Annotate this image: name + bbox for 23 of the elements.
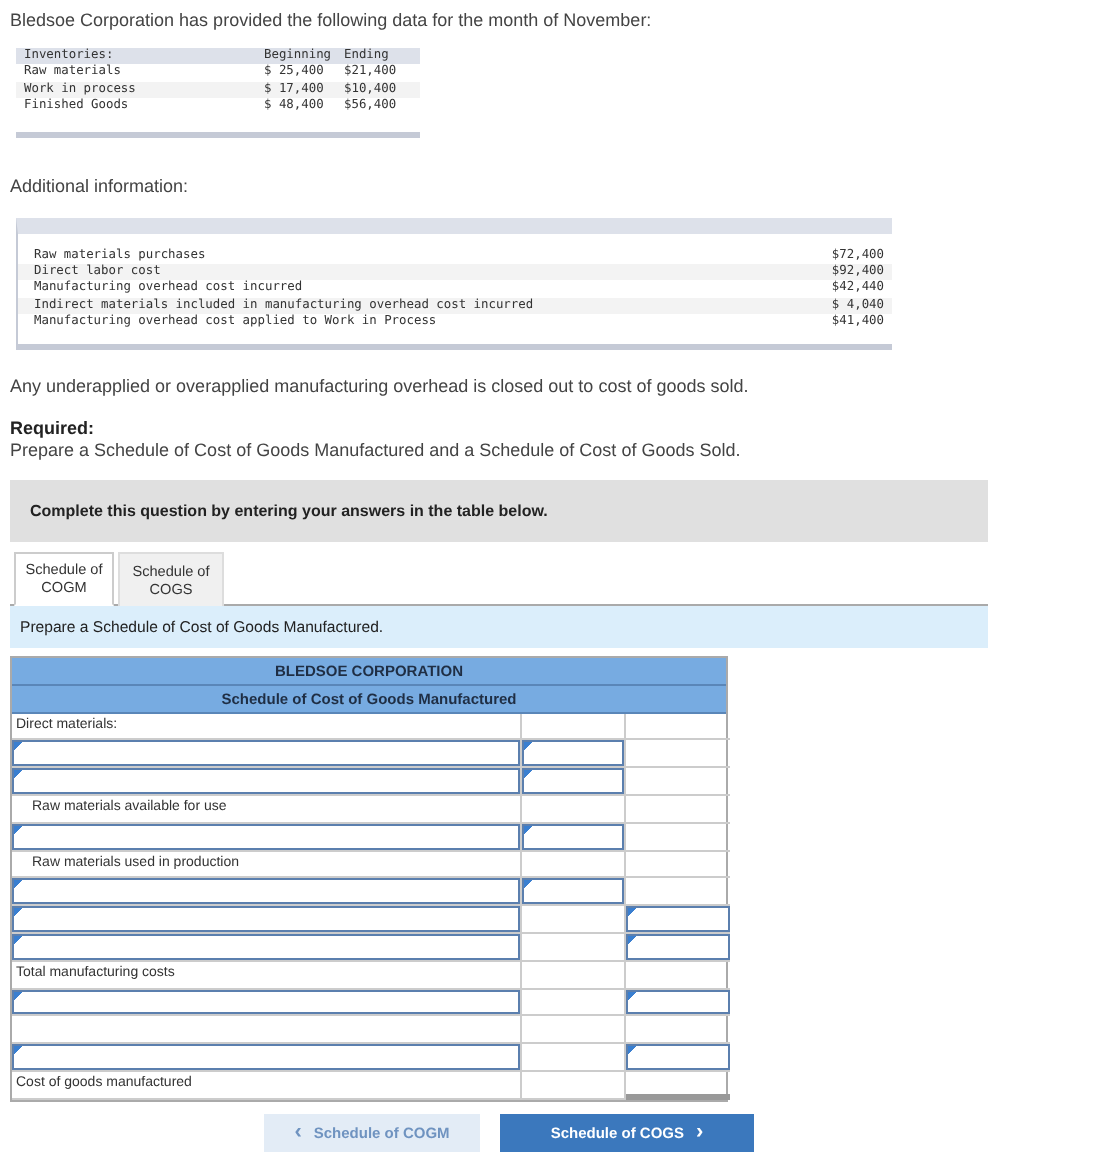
intro-text: Bledsoe Corporation has provided the following data for the month of November: — [10, 8, 654, 32]
note-text: Any underapplied or overapplied manufacturing overhead is closed out to cost of goods sold. — [10, 373, 751, 398]
input-field[interactable] — [12, 934, 520, 960]
input-field[interactable] — [522, 768, 624, 795]
instruction-banner: Complete this question by entering your answers in the table below. — [10, 479, 988, 542]
input-field[interactable] — [12, 768, 520, 795]
input-field[interactable] — [12, 1044, 520, 1071]
input-field[interactable] — [522, 740, 624, 767]
input-field[interactable] — [12, 823, 520, 850]
section-heading: Additional information: — [10, 173, 191, 198]
input-field[interactable] — [626, 906, 730, 933]
input-field[interactable] — [12, 989, 520, 1015]
input-field[interactable] — [12, 878, 520, 905]
required-text: Prepare a Schedule of Cost of Goods Manufactured and a Schedule of Cost of Goods Sold. — [10, 438, 743, 462]
required-label: Required: — [10, 417, 97, 438]
input-field[interactable] — [12, 906, 520, 933]
input-field[interactable] — [626, 1044, 730, 1071]
table-cell — [522, 1016, 626, 1045]
input-field[interactable] — [522, 878, 624, 905]
input-field[interactable] — [12, 740, 520, 767]
input-field[interactable] — [626, 989, 730, 1015]
input-field[interactable] — [522, 823, 624, 850]
input-field[interactable] — [626, 934, 730, 960]
